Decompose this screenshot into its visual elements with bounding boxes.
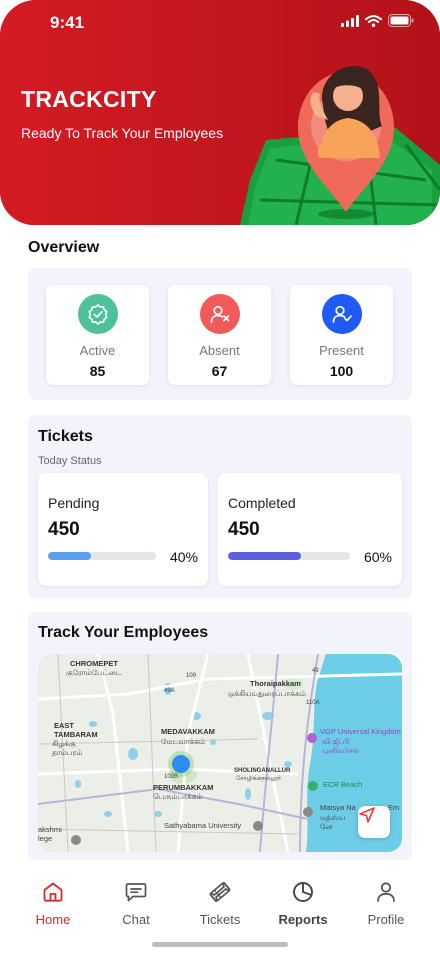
status-time: 9:41: [50, 13, 85, 32]
progress-percent: 60%: [363, 549, 392, 565]
road-shield: 49A: [164, 688, 175, 694]
bottom-tab-bar: Home Chat Tickets Reports Profile: [0, 862, 440, 953]
status-icons: [341, 14, 414, 27]
stat-card-active[interactable]: Active 85: [46, 285, 149, 385]
map-label: Matsya Na: [320, 803, 356, 812]
overview-title: Overview: [28, 239, 100, 256]
tickets-panel: Tickets Today Status Pending 450 40% Com…: [28, 415, 412, 598]
tab-label: Reports: [278, 912, 328, 927]
progress-track: [48, 552, 156, 560]
road-shield: 109B: [164, 774, 179, 780]
map-label: akshmi lege: [38, 825, 62, 843]
wifi-icon: [365, 14, 382, 27]
check-badge-icon: [77, 294, 118, 334]
app-screen: 9:41 TRACKCITY Ready To Track Your Emplo…: [0, 0, 440, 953]
map-label: SHOLINGANALLUR: [234, 768, 291, 774]
user-x-icon: [199, 294, 240, 334]
map-label: சோழிங்கநல்லூர்: [236, 776, 282, 782]
tickets-subtitle: Today Status: [38, 455, 102, 467]
progress-fill: [48, 552, 92, 560]
map-label: EAST TAMBARAM: [54, 721, 98, 739]
road-shield: 109: [186, 673, 197, 679]
ticket-count: 450: [48, 519, 80, 540]
ticket-count: 450: [228, 519, 260, 540]
stat-card-present[interactable]: Present 100: [290, 285, 393, 385]
progress-fill: [228, 552, 302, 560]
tab-chat[interactable]: Chat: [96, 878, 176, 927]
map-label: ECR Beach: [323, 780, 363, 789]
road-shield: 49: [312, 668, 319, 674]
tickets-title: Tickets: [38, 428, 93, 445]
tab-reports[interactable]: Reports: [263, 878, 343, 927]
employee-map[interactable]: CHROMEPET குரோம்பேட்டை Thoraipakkam ஒக்க…: [38, 654, 402, 852]
recenter-button[interactable]: [358, 806, 390, 838]
stat-value: 85: [89, 363, 106, 379]
stat-card-absent[interactable]: Absent 67: [168, 285, 271, 385]
pie-chart-icon: [293, 882, 313, 902]
location-pin-illustration: [240, 66, 440, 225]
tab-label: Home: [35, 912, 71, 927]
map-label: ஒக்கியம்துரைப்பாக்கம்: [228, 689, 306, 698]
stat-label: Absent: [199, 343, 240, 358]
track-title: Track Your Employees: [38, 624, 209, 641]
header-banner: 9:41 TRACKCITY Ready To Track Your Emplo…: [0, 0, 440, 225]
map-label: வி.ஜி.பி யுனிவர்சல்: [322, 737, 359, 755]
road-shield: 110A: [306, 700, 320, 706]
overview-panel: Active 85 Absent 67 Present 100: [28, 268, 412, 400]
tab-label: Tickets: [199, 912, 241, 927]
navigation-arrow-icon: [359, 807, 375, 823]
home-indicator: [152, 942, 288, 947]
progress-percent: 40%: [169, 549, 198, 565]
signal-icon: [341, 14, 359, 27]
app-brand: TRACKCITY: [21, 86, 157, 112]
tab-profile[interactable]: Profile: [346, 878, 426, 927]
map-label: பெரும்பாக்கம்: [153, 792, 203, 801]
tab-label: Profile: [367, 912, 405, 927]
ticket-card-pending[interactable]: Pending 450 40%: [38, 473, 208, 586]
stat-label: Active: [79, 343, 116, 358]
home-icon: [43, 882, 63, 902]
map-label: குரோம்பேட்டை: [66, 668, 122, 677]
map-label: VGP Universal Kingdom: [320, 727, 401, 736]
map-label: மேடவாக்கம்: [161, 737, 206, 746]
map-label: மத்ஸ்ய னே: [320, 813, 346, 831]
chat-icon: [125, 883, 147, 902]
stat-value: 67: [211, 363, 228, 379]
stat-label: Present: [319, 343, 364, 358]
ticket-label: Completed: [228, 495, 296, 511]
ticket-card-completed[interactable]: Completed 450 60%: [218, 473, 402, 586]
status-bar: 9:41: [0, 0, 440, 44]
battery-icon: [388, 14, 414, 27]
map-label: Sathyabama University: [164, 821, 242, 830]
ticket-label: Pending: [48, 495, 100, 511]
ticket-icon: [209, 881, 231, 903]
user-icon: [377, 882, 395, 902]
map-label: Thoraipakkam: [250, 679, 301, 688]
tab-home[interactable]: Home: [13, 878, 93, 927]
user-check-icon: [321, 294, 362, 334]
tab-label: Chat: [122, 912, 150, 927]
stat-value: 100: [329, 363, 354, 379]
track-panel: Track Your Employees CHROMEPET குரோம்பேட…: [28, 612, 412, 860]
progress-track: [228, 552, 350, 560]
map-label: கிழக்கு தாம்பரம்: [52, 739, 83, 757]
map-label: MEDAVAKKAM: [161, 727, 215, 736]
tab-tickets[interactable]: Tickets: [180, 878, 260, 927]
app-tagline: Ready To Track Your Employees: [21, 125, 224, 141]
